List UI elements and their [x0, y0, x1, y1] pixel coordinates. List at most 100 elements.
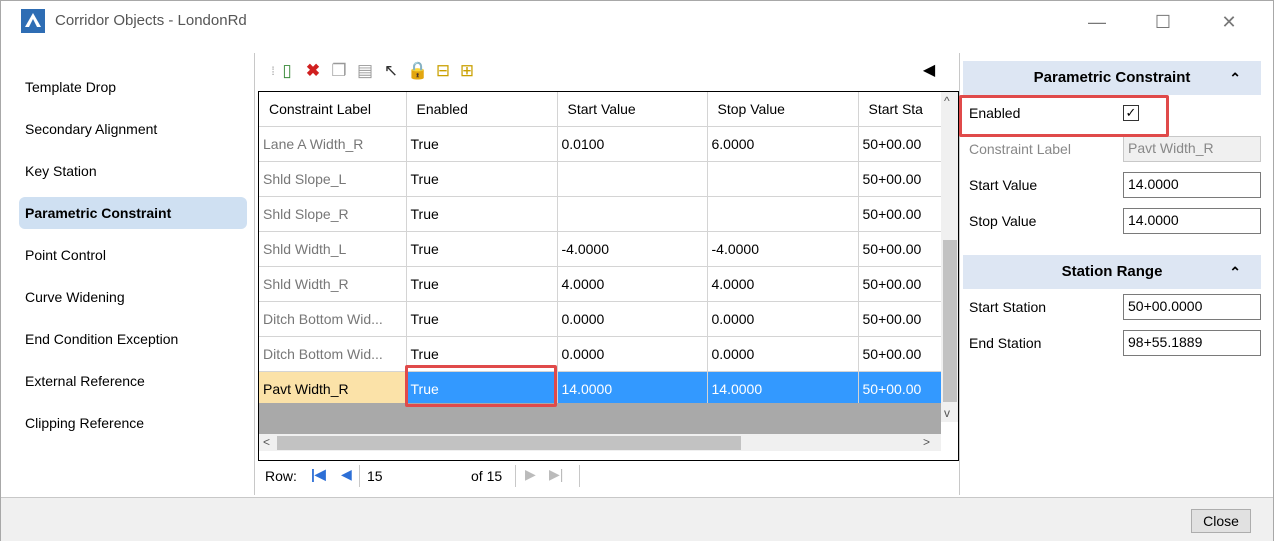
cell-enabled[interactable]: True	[406, 266, 558, 302]
row-label: Row:	[265, 468, 297, 484]
start-station-input[interactable]: 50+00.0000	[1123, 294, 1261, 320]
cell-enabled[interactable]: True	[406, 301, 558, 337]
maximize-icon[interactable]: ☐	[1143, 7, 1183, 37]
horizontal-scrollbar[interactable]: < >	[259, 434, 941, 451]
cell-start-station[interactable]: 50+00.00	[858, 301, 942, 337]
column-header[interactable]: Constraint Label	[259, 92, 407, 127]
cell-start-value[interactable]	[557, 161, 708, 197]
nav-item-parametric-constraint[interactable]: Parametric Constraint	[19, 197, 247, 229]
cell-constraint-label[interactable]: Shld Width_L	[259, 231, 407, 267]
cell-start-value[interactable]: 0.0000	[557, 301, 708, 337]
table-row-selected[interactable]: Pavt Width_R True 14.0000 14.0000 50+00.…	[259, 371, 942, 407]
first-row-icon[interactable]: |◀	[311, 466, 326, 483]
cell-stop-value[interactable]: 0.0000	[707, 336, 859, 372]
cell-start-value[interactable]: -4.0000	[557, 231, 708, 267]
cell-start-station[interactable]: 50+00.00	[858, 196, 942, 232]
nav-item-key-station[interactable]: Key Station	[19, 155, 247, 187]
chevron-up-icon[interactable]: ⌃	[1229, 61, 1241, 95]
vertical-scrollbar[interactable]: ^ v	[941, 92, 958, 422]
cell-start-value[interactable]: 0.0000	[557, 336, 708, 372]
row-number-input[interactable]: 15	[367, 468, 383, 484]
parametric-constraint-header[interactable]: Parametric Constraint ⌃	[963, 61, 1261, 95]
cell-constraint-label[interactable]: Shld Slope_L	[259, 161, 407, 197]
scroll-down-icon[interactable]: v	[944, 406, 950, 420]
column-header[interactable]: Start Sta	[858, 92, 942, 127]
nav-item-secondary-alignment[interactable]: Secondary Alignment	[19, 113, 247, 145]
add-row-icon[interactable]: ▯	[277, 61, 297, 81]
cell-constraint-label[interactable]: Ditch Bottom Wid...	[259, 336, 407, 372]
panel-spacer	[963, 247, 1261, 255]
next-row-icon[interactable]: ▶	[525, 466, 536, 483]
horizontal-scroll-thumb[interactable]	[277, 436, 741, 450]
nav-item-end-condition-exception[interactable]: End Condition Exception	[19, 323, 247, 355]
cell-stop-value[interactable]: 14.0000	[707, 371, 859, 407]
cell-start-station[interactable]: 50+00.00	[858, 126, 942, 162]
table-row[interactable]: Ditch Bottom Wid... True 0.0000 0.0000 5…	[259, 301, 942, 337]
cell-enabled[interactable]: True	[406, 126, 558, 162]
cell-start-station[interactable]: 50+00.00	[858, 371, 942, 407]
scroll-left-icon[interactable]: <	[263, 435, 270, 449]
constraint-label-select[interactable]: Pavt Width_R	[1123, 136, 1261, 162]
cell-start-station[interactable]: 50+00.00	[858, 266, 942, 302]
collapse-panel-icon[interactable]: ◀	[919, 61, 939, 81]
cell-stop-value[interactable]: -4.0000	[707, 231, 859, 267]
vertical-scroll-thumb[interactable]	[943, 240, 957, 402]
cell-start-station[interactable]: 50+00.00	[858, 161, 942, 197]
column-header[interactable]: Stop Value	[707, 92, 859, 127]
nav-item-curve-widening[interactable]: Curve Widening	[19, 281, 247, 313]
properties-icon[interactable]: ⊟	[433, 61, 453, 81]
column-header[interactable]: Start Value	[557, 92, 708, 127]
nav-item-clipping-reference[interactable]: Clipping Reference	[19, 407, 247, 439]
last-row-icon[interactable]: ▶|	[549, 466, 563, 483]
grid-toolbar: ⁞ ▯ ✖ ❐ ▤ ↖ 🔒 ⊟ ⊞ ◀	[259, 55, 959, 89]
nav-item-external-reference[interactable]: External Reference	[19, 365, 247, 397]
cell-start-value[interactable]: 14.0000	[557, 371, 708, 407]
cell-start-station[interactable]: 50+00.00	[858, 336, 942, 372]
cell-start-value[interactable]: 4.0000	[557, 266, 708, 302]
cell-constraint-label[interactable]: Lane A Width_R	[259, 126, 407, 162]
column-header[interactable]: Enabled	[406, 92, 558, 127]
minimize-icon[interactable]: —	[1077, 7, 1117, 37]
folder-icon[interactable]: ⊞	[457, 61, 477, 81]
start-value-input[interactable]: 14.0000	[1123, 172, 1261, 198]
cell-stop-value[interactable]	[707, 196, 859, 232]
nav-item-point-control[interactable]: Point Control	[19, 239, 247, 271]
table-row[interactable]: Ditch Bottom Wid... True 0.0000 0.0000 5…	[259, 336, 942, 372]
end-station-input[interactable]: 98+55.1889	[1123, 330, 1261, 356]
station-range-header[interactable]: Station Range ⌃	[963, 255, 1261, 289]
select-icon[interactable]: ↖	[381, 61, 401, 81]
previous-row-icon[interactable]: ◀	[341, 466, 352, 483]
start-value-label: Start Value	[969, 177, 1038, 193]
cell-constraint-label[interactable]: Shld Slope_R	[259, 196, 407, 232]
stop-value-input[interactable]: 14.0000	[1123, 208, 1261, 234]
cell-constraint-label[interactable]: Ditch Bottom Wid...	[259, 301, 407, 337]
grid-empty-area	[259, 403, 941, 434]
scroll-right-icon[interactable]: >	[923, 435, 930, 449]
cell-stop-value[interactable]: 0.0000	[707, 301, 859, 337]
chevron-up-icon[interactable]: ⌃	[1229, 255, 1241, 289]
paste-icon[interactable]: ▤	[355, 61, 375, 81]
table-row[interactable]: Lane A Width_R True 0.0100 6.0000 50+00.…	[259, 126, 942, 162]
cell-start-value[interactable]: 0.0100	[557, 126, 708, 162]
cell-constraint-label[interactable]: Pavt Width_R	[259, 371, 407, 407]
close-button[interactable]: Close	[1191, 509, 1251, 533]
cell-stop-value[interactable]	[707, 161, 859, 197]
close-window-icon[interactable]: ✕	[1209, 7, 1249, 37]
delete-icon[interactable]: ✖	[303, 61, 323, 81]
scroll-up-icon[interactable]: ^	[944, 94, 950, 108]
nav-item-template-drop[interactable]: Template Drop	[19, 71, 247, 103]
cell-enabled[interactable]: True	[406, 161, 558, 197]
table-row[interactable]: Shld Slope_L True 50+00.00	[259, 161, 942, 197]
table-row[interactable]: Shld Slope_R True 50+00.00	[259, 196, 942, 232]
cell-constraint-label[interactable]: Shld Width_R	[259, 266, 407, 302]
table-row[interactable]: Shld Width_L True -4.0000 -4.0000 50+00.…	[259, 231, 942, 267]
cell-start-value[interactable]	[557, 196, 708, 232]
cell-start-station[interactable]: 50+00.00	[858, 231, 942, 267]
cell-stop-value[interactable]: 4.0000	[707, 266, 859, 302]
cell-enabled[interactable]: True	[406, 196, 558, 232]
lock-icon[interactable]: 🔒	[407, 61, 428, 81]
table-row[interactable]: Shld Width_R True 4.0000 4.0000 50+00.00	[259, 266, 942, 302]
cell-enabled[interactable]: True	[406, 231, 558, 267]
cell-stop-value[interactable]: 6.0000	[707, 126, 859, 162]
copy-icon[interactable]: ❐	[329, 61, 349, 81]
